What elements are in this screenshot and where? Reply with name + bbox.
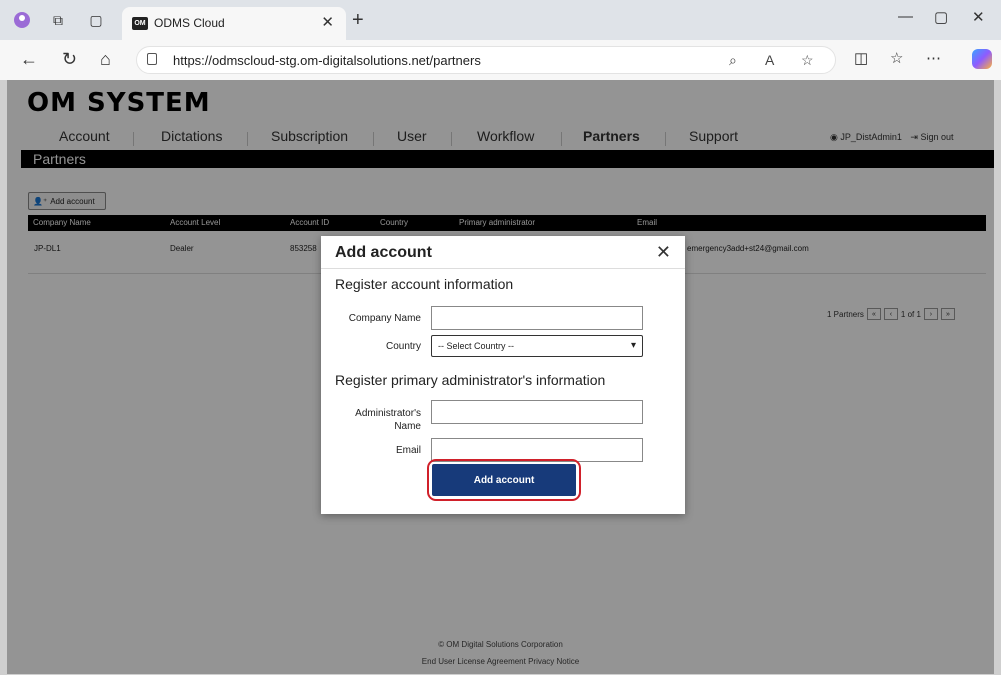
om-favicon-icon: OM xyxy=(132,17,148,30)
browser-toolbar: ← ↻ ⌂ https://odmscloud-stg.om-digitalso… xyxy=(0,40,1001,80)
company-name-label: Company Name xyxy=(348,313,421,324)
lock-icon xyxy=(147,53,157,65)
section-admin-info: Register primary administrator's informa… xyxy=(335,372,606,388)
new-tab-icon[interactable]: + xyxy=(352,9,364,32)
copilot-icon[interactable] xyxy=(972,49,992,69)
country-select[interactable]: -- Select Country -- ▾ xyxy=(431,335,643,357)
read-aloud-icon[interactable]: A xyxy=(765,52,774,68)
browser-tab-bar: ⧉ ▢ OM ODMS Cloud ✕ + — ▢ ✕ xyxy=(0,0,1001,40)
close-window-icon[interactable]: ✕ xyxy=(972,8,985,26)
favorites-icon[interactable]: ☆ xyxy=(890,49,903,67)
workspaces-icon[interactable]: ⧉ xyxy=(48,10,68,30)
browser-tab[interactable]: OM ODMS Cloud ✕ xyxy=(122,7,346,40)
admin-name-input[interactable] xyxy=(431,400,643,424)
minimize-icon[interactable]: — xyxy=(898,8,913,25)
country-label: Country xyxy=(385,341,421,352)
more-icon[interactable]: ⋯ xyxy=(926,49,941,67)
add-account-dialog: Add account ✕ Register account informati… xyxy=(321,236,685,514)
company-name-input[interactable] xyxy=(431,306,643,330)
add-account-submit-button[interactable]: Add account xyxy=(432,464,576,496)
favorite-star-icon[interactable]: ☆ xyxy=(801,52,814,69)
profile-icon[interactable] xyxy=(12,10,32,30)
tab-actions-icon[interactable]: ▢ xyxy=(86,10,106,30)
admin-name-label: Administrator's Name xyxy=(355,408,421,432)
back-icon[interactable]: ← xyxy=(20,49,38,70)
tab-title: ODMS Cloud xyxy=(154,16,225,30)
tab-close-icon[interactable]: ✕ xyxy=(321,13,334,31)
section-account-info: Register account information xyxy=(335,276,514,292)
refresh-icon[interactable]: ↻ xyxy=(62,49,77,70)
email-label: Email xyxy=(395,445,421,456)
country-value: -- Select Country -- xyxy=(438,341,515,351)
dialog-title: Add account xyxy=(335,244,432,261)
address-bar[interactable]: https://odmscloud-stg.om-digitalsolution… xyxy=(136,46,836,74)
maximize-icon[interactable]: ▢ xyxy=(934,8,948,26)
home-icon[interactable]: ⌂ xyxy=(100,49,111,70)
url-text: https://odmscloud-stg.om-digitalsolution… xyxy=(173,53,481,68)
chevron-down-icon: ▾ xyxy=(630,340,636,351)
close-icon[interactable]: ✕ xyxy=(656,242,671,263)
zoom-icon[interactable]: ⌕ xyxy=(729,52,737,69)
split-screen-icon[interactable]: ◫ xyxy=(854,49,868,67)
